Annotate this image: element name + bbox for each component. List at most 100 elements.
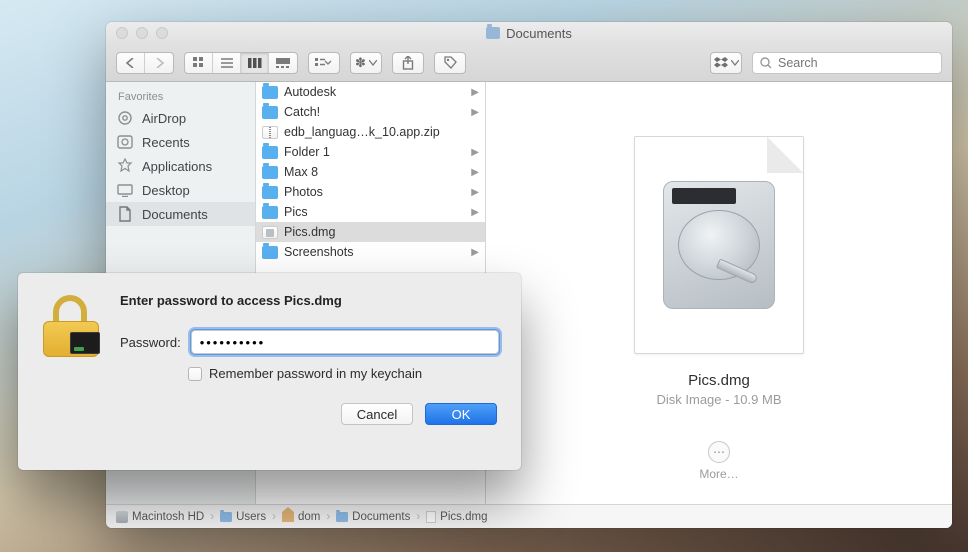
view-columns-button[interactable] (241, 53, 269, 73)
search-input[interactable] (778, 56, 934, 70)
path-label: Documents (352, 511, 410, 523)
file-row-selected[interactable]: Pics.dmg (256, 222, 485, 242)
tags-button[interactable] (435, 53, 465, 73)
chevron-right-icon: ▶ (471, 107, 479, 118)
folder-icon (262, 146, 278, 159)
sidebar-item-applications[interactable]: Applications (106, 154, 255, 178)
path-label: Pics.dmg (440, 511, 487, 523)
file-row[interactable]: Autodesk▶ (256, 82, 485, 102)
file-row[interactable]: Photos ▶ (256, 182, 485, 202)
share-segment (392, 52, 424, 74)
ok-label: OK (452, 407, 471, 422)
search-field[interactable] (752, 52, 942, 74)
path-item[interactable]: Pics.dmg (426, 511, 487, 523)
ok-button[interactable]: OK (425, 403, 497, 425)
path-label: Macintosh HD (132, 511, 204, 523)
file-label: Screenshots (284, 245, 353, 259)
sidebar-item-recents[interactable]: Recents (106, 130, 255, 154)
sidebar-item-label: Documents (142, 207, 208, 222)
cancel-button[interactable]: Cancel (341, 403, 413, 425)
preview-more[interactable]: ⋯ More… (699, 441, 738, 481)
file-row[interactable]: Folder 1▶ (256, 142, 485, 162)
sidebar-item-label: Applications (142, 159, 212, 174)
chevron-right-icon: ▶ (471, 187, 479, 198)
path-item[interactable]: Documents (336, 511, 410, 523)
path-label: Users (236, 511, 266, 523)
path-item[interactable]: Macintosh HD (116, 511, 204, 523)
tags-segment (434, 52, 466, 74)
folder-icon (336, 512, 348, 522)
remember-checkbox[interactable] (188, 367, 202, 381)
folder-icon (262, 206, 278, 219)
nav-segment (116, 52, 174, 74)
dialog-title: Enter password to access Pics.dmg (120, 293, 499, 308)
toolbar: ✽ (106, 44, 952, 82)
group-by-segment (308, 52, 340, 74)
chevron-right-icon: › (210, 511, 214, 523)
path-bar: Macintosh HD › Users › dom › Documents ›… (106, 504, 952, 528)
more-icon: ⋯ (708, 441, 730, 463)
window-title-text: Documents (506, 26, 572, 41)
path-item[interactable]: Users (220, 511, 266, 523)
file-label: Pics.dmg (284, 225, 335, 239)
chevron-right-icon: ▶ (471, 247, 479, 258)
chevron-right-icon: ▶ (471, 207, 479, 218)
file-label: edb_languag…k_10.app.zip (284, 125, 440, 139)
applications-icon (116, 157, 134, 175)
file-row[interactable]: edb_languag…k_10.app.zip (256, 122, 485, 142)
window-title: Documents (106, 26, 952, 41)
file-row[interactable]: Max 8 ▶ (256, 162, 485, 182)
sidebar-header: Favorites (106, 88, 255, 106)
chevron-right-icon: › (326, 511, 330, 523)
view-gallery-button[interactable] (269, 53, 297, 73)
folder-icon (262, 166, 278, 179)
folder-icon (486, 27, 500, 39)
chevron-right-icon: ▶ (471, 167, 479, 178)
share-button[interactable] (393, 53, 423, 73)
documents-icon (116, 205, 134, 223)
dmg-icon (262, 226, 278, 239)
password-input[interactable] (191, 330, 499, 354)
dropbox-segment (710, 52, 742, 74)
path-label: dom (298, 511, 320, 523)
preview-filename: Pics.dmg (688, 372, 750, 389)
dropbox-button[interactable] (711, 53, 741, 73)
airdrop-icon (116, 109, 134, 127)
search-icon (760, 57, 772, 69)
titlebar[interactable]: Documents (106, 22, 952, 44)
sidebar-item-airdrop[interactable]: AirDrop (106, 106, 255, 130)
path-item[interactable]: dom (282, 511, 320, 523)
file-row[interactable]: Pics▶ (256, 202, 485, 222)
sidebar-item-label: Desktop (142, 183, 190, 198)
sidebar-item-desktop[interactable]: Desktop (106, 178, 255, 202)
home-icon (282, 512, 294, 522)
action-segment: ✽ (350, 52, 382, 74)
sidebar-item-label: AirDrop (142, 111, 186, 126)
file-row[interactable]: Catch!▶ (256, 102, 485, 122)
preview-kind-size: Disk Image - 10.9 MB (657, 392, 782, 407)
recents-icon (116, 133, 134, 151)
folder-icon (262, 246, 278, 259)
sidebar-item-documents[interactable]: Documents (106, 202, 255, 226)
view-icons-button[interactable] (185, 53, 213, 73)
password-dialog: Enter password to access Pics.dmg Passwo… (18, 273, 521, 470)
back-button[interactable] (117, 53, 145, 73)
view-segment (184, 52, 298, 74)
lock-icon (40, 295, 102, 357)
file-row[interactable]: Screenshots ▶ (256, 242, 485, 262)
preview-document-icon (634, 136, 804, 354)
folder-icon (220, 512, 232, 522)
forward-button[interactable] (145, 53, 173, 73)
view-list-button[interactable] (213, 53, 241, 73)
file-label: Max 8 (284, 165, 318, 179)
file-label: Photos (284, 185, 323, 199)
file-icon (426, 511, 436, 523)
file-label: Folder 1 (284, 145, 330, 159)
chevron-right-icon: › (272, 511, 276, 523)
action-button[interactable]: ✽ (351, 53, 381, 73)
hard-drive-icon (663, 181, 775, 309)
preview-pane: Pics.dmg Disk Image - 10.9 MB ⋯ More… (486, 82, 952, 504)
cancel-label: Cancel (357, 407, 397, 422)
group-by-button[interactable] (309, 53, 339, 73)
folder-icon (262, 86, 278, 99)
